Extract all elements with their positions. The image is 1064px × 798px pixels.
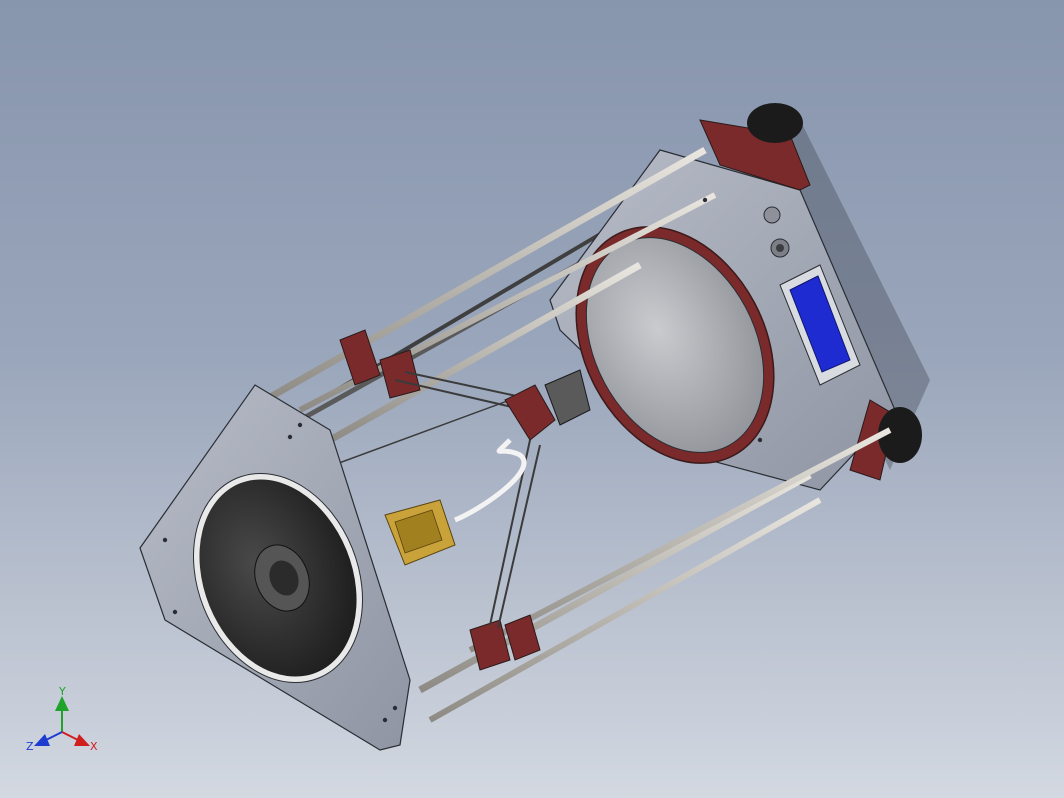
x-axis-arrow [61, 731, 90, 746]
coordinate-triad: Y X Z [26, 685, 98, 753]
y-axis-arrow [55, 696, 69, 732]
cad-model-view[interactable] [0, 0, 1064, 798]
y-axis-label: Y [58, 685, 66, 698]
power-button[interactable] [763, 206, 781, 224]
z-axis-arrow [34, 731, 63, 746]
graphics-viewport[interactable]: Y X Z [0, 0, 1064, 798]
filament-tube [454, 438, 527, 523]
control-knob[interactable] [770, 238, 790, 258]
effector[interactable] [504, 369, 591, 441]
z-axis-label: Z [26, 740, 34, 753]
extruder[interactable] [384, 499, 456, 566]
x-axis-label: X [90, 740, 98, 753]
